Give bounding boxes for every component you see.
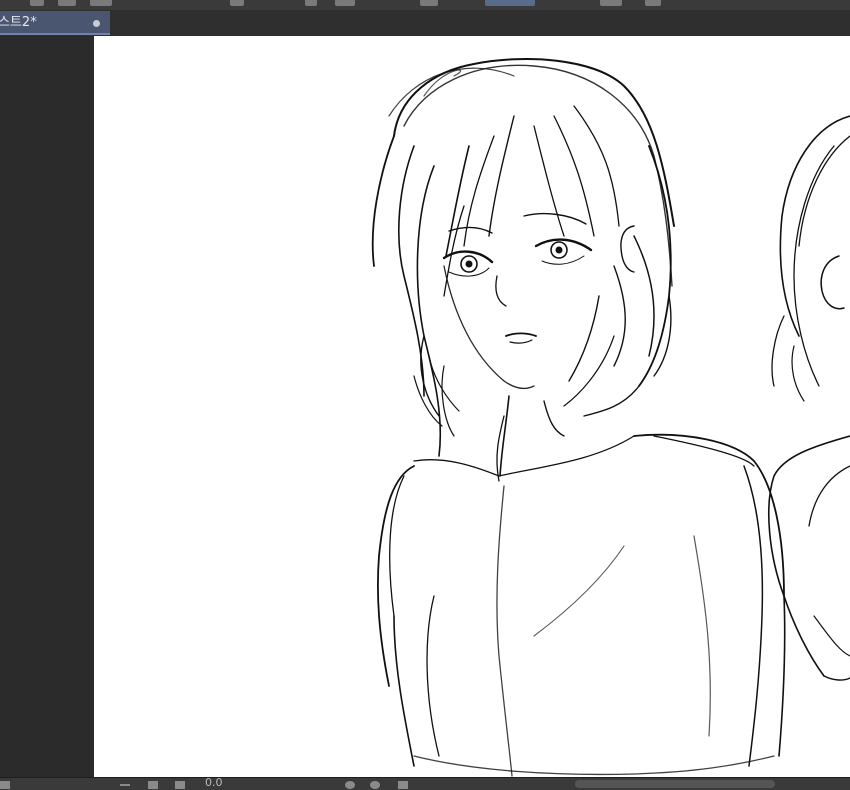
toolbar-icon[interactable] xyxy=(230,0,244,6)
pen-icon[interactable] xyxy=(398,781,408,789)
minus-icon[interactable] xyxy=(120,784,130,786)
status-bar: 0.0 xyxy=(0,777,850,790)
toolbar-icon[interactable] xyxy=(645,0,661,6)
drawing-canvas[interactable] xyxy=(94,36,850,777)
document-tab-bar: 스트2* xyxy=(0,10,850,36)
close-dot-icon[interactable] xyxy=(93,20,100,27)
zoom-level[interactable]: 0.0 xyxy=(205,778,223,790)
square-icon[interactable] xyxy=(175,781,185,789)
flip-icon[interactable] xyxy=(370,781,380,789)
toolbar-icon[interactable] xyxy=(30,0,44,6)
nav-icon[interactable] xyxy=(0,781,10,789)
toolbar-icon[interactable] xyxy=(305,0,317,6)
horizontal-scrollbar[interactable] xyxy=(575,780,775,788)
plus-icon[interactable] xyxy=(148,781,158,789)
sketch-artwork xyxy=(371,58,850,777)
toolbar-icon[interactable] xyxy=(600,0,622,6)
toolbar-icon[interactable] xyxy=(58,0,76,6)
rotate-icon[interactable] xyxy=(345,781,355,789)
document-tab[interactable]: 스트2* xyxy=(0,11,110,35)
toolbar-icon[interactable] xyxy=(485,0,535,6)
document-tab-title: 스트2* xyxy=(0,15,37,30)
toolbar-icon[interactable] xyxy=(420,0,438,6)
left-panel xyxy=(0,36,94,777)
toolbar-icon[interactable] xyxy=(335,0,355,6)
toolbar-icon[interactable] xyxy=(90,0,112,6)
